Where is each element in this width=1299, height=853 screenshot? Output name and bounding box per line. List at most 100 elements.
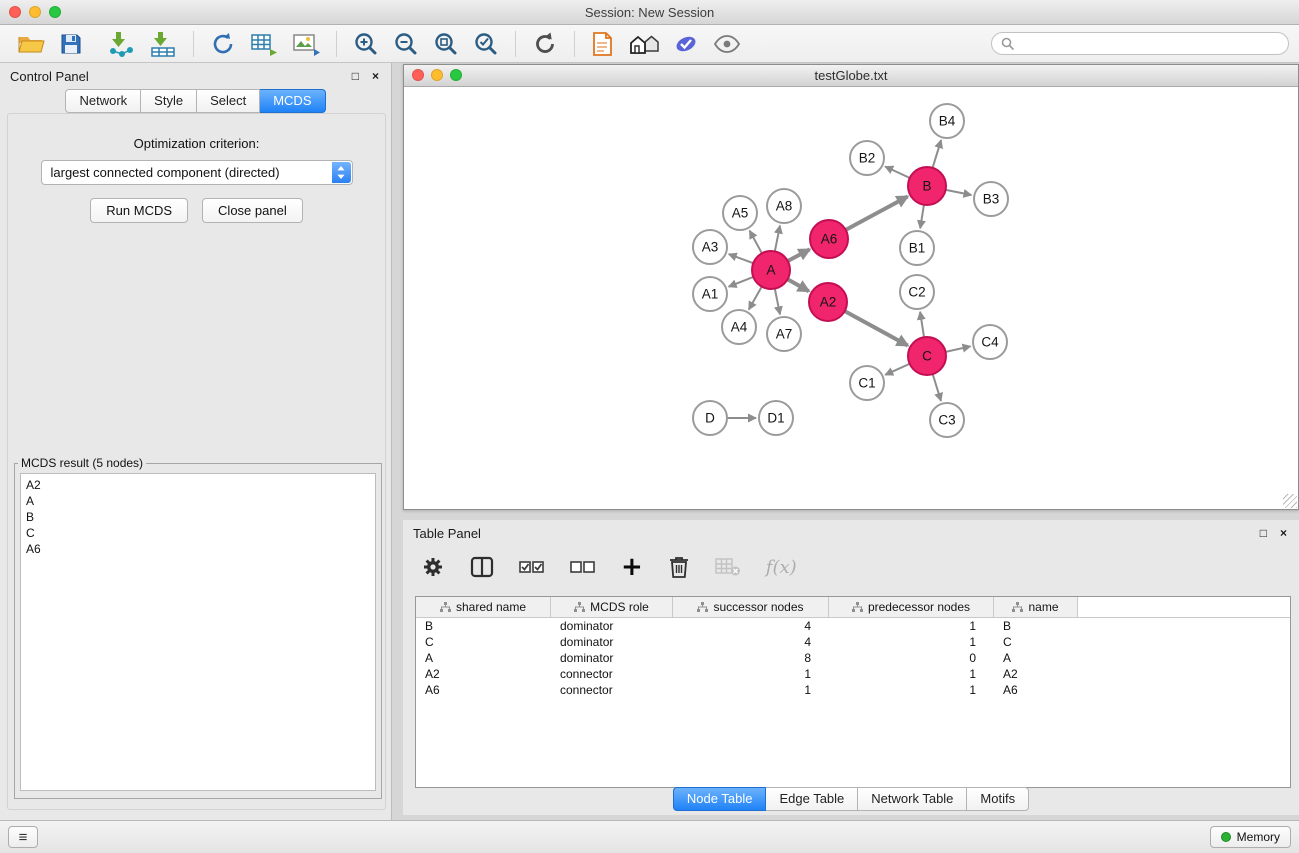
function-builder-button[interactable]: f(x): [766, 557, 797, 578]
open-session-button[interactable]: [14, 30, 48, 58]
column-header-shared-name[interactable]: shared name: [416, 597, 551, 617]
table-row-B[interactable]: Bdominator41B: [416, 618, 1290, 634]
edge-C-C2[interactable]: [920, 312, 924, 338]
refresh-network-button[interactable]: [529, 29, 561, 59]
import-table-from-file-button[interactable]: [146, 29, 180, 59]
close-panel-button[interactable]: Close panel: [202, 198, 303, 223]
deselect-all-columns-button[interactable]: [570, 558, 596, 576]
edge-C-C4[interactable]: [945, 346, 971, 352]
cell-shared-name[interactable]: C: [416, 635, 551, 649]
close-table-panel-icon[interactable]: ×: [1280, 526, 1287, 540]
edge-A-A4[interactable]: [749, 286, 762, 310]
cell-mcds-role[interactable]: dominator: [551, 619, 673, 633]
edge-A-A7[interactable]: [775, 288, 780, 315]
panel-menu-button[interactable]: ≡: [8, 826, 38, 848]
cell-mcds-role[interactable]: dominator: [551, 651, 673, 665]
node-A5[interactable]: [723, 196, 757, 230]
mcds-result-item[interactable]: A6: [26, 541, 370, 557]
cell-shared-name[interactable]: A: [416, 651, 551, 665]
node-D[interactable]: [693, 401, 727, 435]
node-A[interactable]: [752, 251, 790, 289]
node-B2[interactable]: [850, 141, 884, 175]
cell-predecessor-nodes[interactable]: 1: [829, 635, 994, 649]
close-panel-icon[interactable]: ×: [372, 69, 379, 83]
edge-C-C3[interactable]: [932, 373, 941, 401]
node-C1[interactable]: [850, 366, 884, 400]
cell-predecessor-nodes[interactable]: 1: [829, 667, 994, 681]
cell-predecessor-nodes[interactable]: 1: [829, 683, 994, 697]
edge-B-B3[interactable]: [945, 190, 972, 195]
node-C4[interactable]: [973, 325, 1007, 359]
node-B4[interactable]: [930, 104, 964, 138]
cell-successor-nodes[interactable]: 4: [673, 619, 829, 633]
cell-shared-name[interactable]: A2: [416, 667, 551, 681]
column-header-successor-nodes[interactable]: successor nodes: [673, 597, 829, 617]
node-C2[interactable]: [900, 275, 934, 309]
show-columns-button[interactable]: [470, 556, 494, 578]
memory-button[interactable]: Memory: [1210, 826, 1291, 848]
edge-A-A5[interactable]: [750, 231, 763, 255]
export-image-button[interactable]: [289, 30, 323, 58]
cell-shared-name[interactable]: A6: [416, 683, 551, 697]
cell-mcds-role[interactable]: connector: [551, 667, 673, 681]
edge-A-A8[interactable]: [775, 226, 780, 253]
node-C[interactable]: [908, 337, 946, 375]
float-panel-icon[interactable]: □: [352, 69, 359, 83]
node-B1[interactable]: [900, 231, 934, 265]
edge-A-A6[interactable]: [787, 249, 810, 261]
import-network-from-file-button[interactable]: [104, 29, 138, 59]
node-B3[interactable]: [974, 182, 1008, 216]
import-table-from-url-button[interactable]: [247, 29, 281, 59]
table-tab-network-table[interactable]: Network Table: [858, 787, 967, 811]
edge-B-B1[interactable]: [920, 204, 924, 229]
select-all-columns-button[interactable]: [519, 558, 545, 576]
mcds-result-item[interactable]: C: [26, 525, 370, 541]
node-A8[interactable]: [767, 189, 801, 223]
node-A2[interactable]: [809, 283, 847, 321]
node-A6[interactable]: [810, 220, 848, 258]
node-C3[interactable]: [930, 403, 964, 437]
mcds-result-item[interactable]: B: [26, 509, 370, 525]
column-header-mcds-role[interactable]: MCDS role: [551, 597, 673, 617]
network-overview-button[interactable]: [626, 30, 662, 58]
cell-mcds-role[interactable]: dominator: [551, 635, 673, 649]
cell-name[interactable]: B: [994, 619, 1078, 633]
cell-successor-nodes[interactable]: 1: [673, 683, 829, 697]
node-A1[interactable]: [693, 277, 727, 311]
delete-table-button[interactable]: [715, 557, 741, 577]
import-network-from-url-button[interactable]: [207, 29, 239, 59]
edge-A-A1[interactable]: [729, 277, 755, 287]
node-A3[interactable]: [693, 230, 727, 264]
network-canvas[interactable]: AA1A2A3A4A5A6A7A8BB1B2B3B4CC1C2C3C4DD1: [404, 87, 1298, 509]
save-session-button[interactable]: [56, 30, 86, 58]
show-graphics-details-button[interactable]: [710, 32, 744, 56]
node-D1[interactable]: [759, 401, 793, 435]
edge-A-A2[interactable]: [787, 279, 809, 291]
tab-mcds[interactable]: MCDS: [260, 89, 325, 113]
table-row-A6[interactable]: A6connector11A6: [416, 682, 1290, 698]
zoom-selected-button[interactable]: [470, 29, 502, 59]
zoom-in-button[interactable]: [350, 29, 382, 59]
network-window-titlebar[interactable]: testGlobe.txt: [404, 65, 1298, 87]
apply-style-button[interactable]: [670, 29, 702, 59]
search-input[interactable]: [1019, 36, 1279, 51]
float-table-panel-icon[interactable]: □: [1260, 526, 1267, 540]
table-tab-edge-table[interactable]: Edge Table: [766, 787, 858, 811]
table-tab-motifs[interactable]: Motifs: [967, 787, 1029, 811]
edge-B-B4[interactable]: [932, 140, 941, 169]
cell-name[interactable]: A6: [994, 683, 1078, 697]
edge-A6-B[interactable]: [845, 197, 908, 231]
cell-name[interactable]: A: [994, 651, 1078, 665]
open-document-button[interactable]: [588, 29, 618, 59]
table-row-C[interactable]: Cdominator41C: [416, 634, 1290, 650]
resize-handle[interactable]: [1283, 494, 1297, 508]
mcds-result-list[interactable]: A2ABCA6: [20, 473, 376, 791]
criterion-dropdown[interactable]: largest connected component (directed): [41, 160, 353, 185]
edge-A2-C[interactable]: [844, 311, 908, 346]
search-box[interactable]: [991, 32, 1289, 55]
cell-predecessor-nodes[interactable]: 0: [829, 651, 994, 665]
create-column-button[interactable]: +: [621, 557, 643, 577]
zoom-out-button[interactable]: [390, 29, 422, 59]
column-header-predecessor-nodes[interactable]: predecessor nodes: [829, 597, 994, 617]
table-settings-button[interactable]: [421, 555, 445, 579]
